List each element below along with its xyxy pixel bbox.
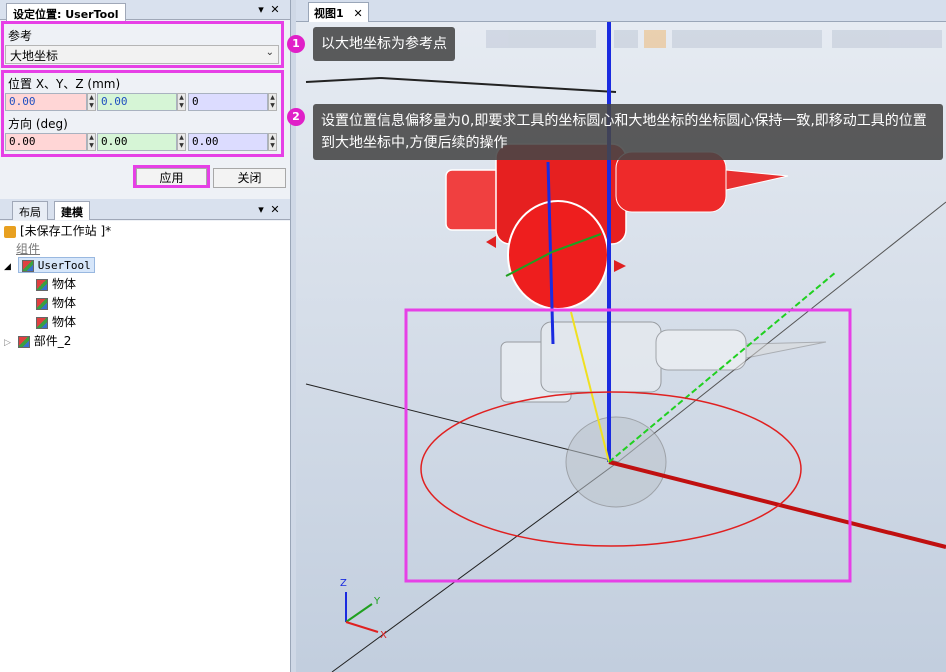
ghost-body (540, 321, 662, 393)
callout-1: 以大地坐标为参考点 (313, 27, 455, 61)
left-panel: 设定位置: UserTool ▾ ✕ 参考 大地坐标 ⌄ 位置 X、Y、Z (mm… (0, 0, 291, 672)
triad-x (345, 621, 379, 633)
floor-line (379, 77, 617, 93)
toolbar-group-3[interactable] (832, 30, 942, 48)
tree-item-label: UserTool (37, 259, 91, 272)
callout-1-badge: 1 (287, 35, 305, 53)
tree-item-usertool[interactable]: ◢ UserTool (4, 256, 95, 274)
view-tab[interactable]: 视图1 ✕ (308, 2, 369, 22)
tree-item-label: 部件_2 (33, 334, 72, 348)
tree-item-label: 物体 (52, 277, 77, 291)
highlight-reference (1, 21, 284, 68)
toolbar-group-2[interactable] (672, 30, 822, 48)
close-icon[interactable]: ✕ (268, 203, 282, 216)
triad-z-label: Z (340, 578, 347, 589)
cube-icon (36, 316, 48, 329)
tree-item-label: 物体 (52, 315, 77, 329)
station-icon (4, 225, 16, 238)
tree-item-body-2[interactable]: 物体 (36, 294, 76, 312)
callout-2-badge: 2 (287, 108, 305, 126)
viewport-panel: 视图1 ✕ Z Y X (296, 0, 946, 672)
highlight-apply (133, 165, 210, 188)
triad-y-label: Y (373, 596, 381, 607)
close-icon[interactable]: ✕ (354, 7, 363, 20)
ghost-tip (745, 341, 827, 359)
view-tab-label: 视图1 (314, 7, 344, 20)
triad-y (345, 603, 373, 623)
red-tool (445, 143, 789, 310)
view-tabbar: 视图1 ✕ (296, 0, 946, 22)
red-flange (507, 200, 609, 310)
red-tip (725, 169, 789, 191)
cube-icon (17, 335, 30, 348)
tool-x-arrowhead (614, 260, 626, 272)
set-position-controls: ▾ ✕ (254, 3, 282, 16)
ghost-tool (500, 321, 827, 508)
expand-icon[interactable]: ◢ (4, 262, 11, 272)
tree-controls: ▾ ✕ (254, 203, 282, 216)
close-button[interactable]: 关闭 (213, 168, 286, 188)
cube-icon (36, 297, 48, 310)
set-position-tab[interactable]: 设定位置: UserTool (6, 3, 126, 22)
collapse-icon[interactable]: ▷ (4, 338, 11, 348)
tab-layout[interactable]: 布局 (12, 201, 48, 220)
highlight-position (1, 70, 284, 157)
callout-2: 设置位置信息偏移量为0,即要求工具的坐标圆心和大地坐标的坐标圆心保持一致,即移动… (313, 104, 943, 160)
floor-line (305, 77, 381, 83)
cube-icon (36, 278, 48, 291)
close-icon[interactable]: ✕ (268, 3, 282, 16)
tool-x-arrowhead (486, 236, 496, 248)
cube-icon (21, 259, 34, 272)
dropdown-icon[interactable]: ▾ (254, 203, 268, 216)
snap-icon[interactable] (644, 30, 666, 48)
tree-item-label: 物体 (52, 296, 77, 310)
triad-x-label: X (380, 630, 387, 641)
station-label: [未保存工作站 ]* (20, 224, 112, 238)
world-x-axis (608, 460, 946, 549)
floor-line (331, 461, 619, 672)
tree-item-body-3[interactable]: 物体 (36, 313, 76, 331)
dropdown-icon[interactable]: ▾ (254, 3, 268, 16)
tree-item-body-1[interactable]: 物体 (36, 275, 76, 293)
orientation-triad: Z Y X (340, 578, 387, 641)
viewport-toolbar (486, 30, 942, 48)
tree-item-part2[interactable]: ▷ 部件_2 (4, 332, 71, 350)
red-nozzle (615, 151, 727, 213)
ghost-nozzle (655, 329, 747, 371)
toolbar-btn[interactable] (614, 30, 638, 48)
tab-modeling[interactable]: 建模 (54, 201, 90, 220)
toolbar-group-1[interactable] (486, 30, 596, 48)
station-node[interactable]: [未保存工作站 ]* (4, 222, 111, 240)
